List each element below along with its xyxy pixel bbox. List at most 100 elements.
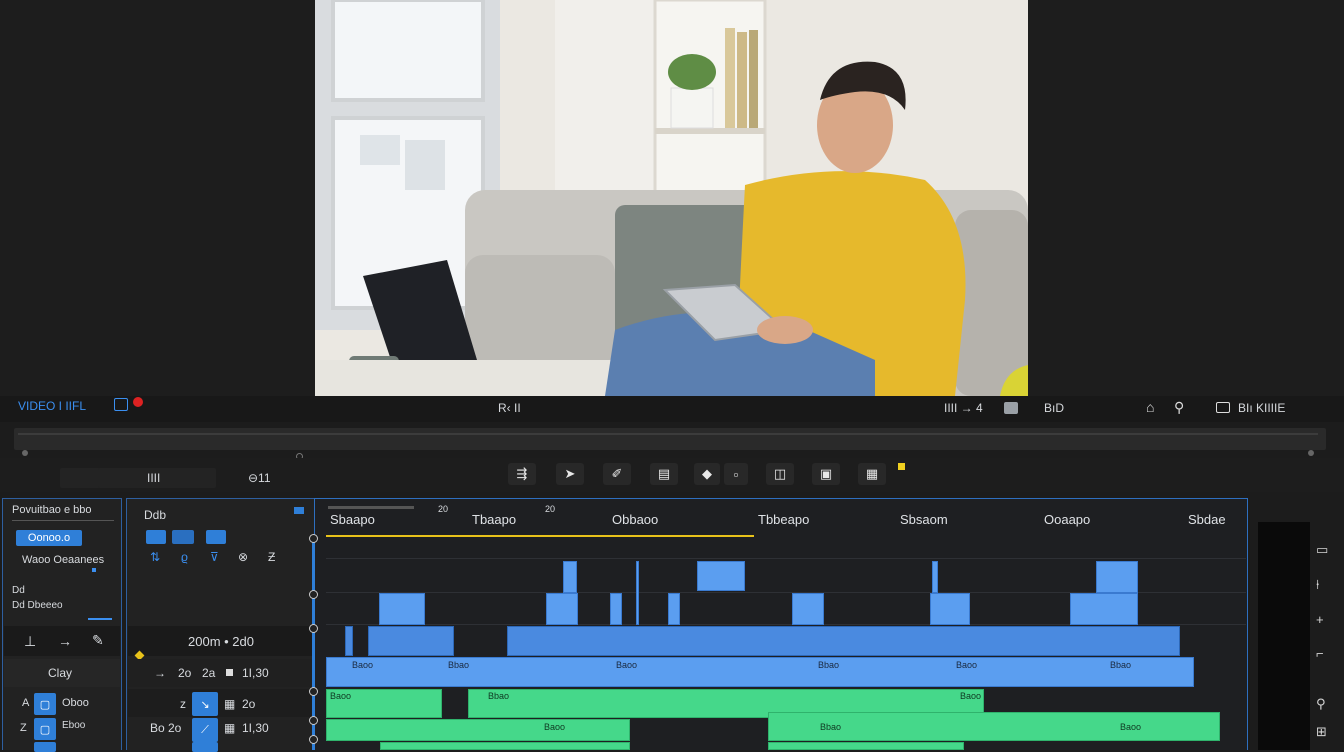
expand-arrow-icon[interactable]: →: [154, 666, 166, 680]
ripple-tool-button[interactable]: ⇶: [508, 463, 536, 485]
panel-title: VIDEO I IIFL: [18, 399, 87, 413]
track-b-name: Eboo: [62, 720, 86, 731]
grid-icon-2[interactable]: ▦: [224, 721, 235, 735]
filter-icon[interactable]: ⊽: [210, 550, 219, 564]
caption-track-chip[interactable]: [206, 530, 226, 544]
settings-icon[interactable]: ⊗: [238, 550, 248, 564]
layout-tool-button[interactable]: ◫: [766, 463, 794, 485]
pin-icon[interactable]: ⊥: [24, 633, 36, 650]
share-icon[interactable]: ⌂: [1146, 399, 1154, 415]
track-knob[interactable]: [309, 716, 318, 725]
quality-selector[interactable]: BıD: [1044, 401, 1064, 415]
playback-controls-label[interactable]: R‹ II: [498, 401, 521, 415]
ruler-start-label: 20: [438, 504, 449, 514]
speed-selector[interactable]: ⊖11: [248, 471, 271, 485]
video-clip[interactable]: [379, 593, 425, 625]
link-icon[interactable]: ⇅: [150, 550, 160, 564]
track-4-chip[interactable]: [192, 742, 218, 752]
marker-pin-icon[interactable]: ⍿: [1316, 577, 1319, 593]
video-clip[interactable]: [610, 593, 622, 625]
video-clip[interactable]: [636, 561, 639, 625]
scrubber-start-handle[interactable]: [22, 450, 28, 456]
video-clip[interactable]: [668, 593, 680, 625]
playhead-knob[interactable]: [309, 534, 318, 543]
video-clip[interactable]: [546, 593, 578, 625]
video-clip[interactable]: [368, 626, 454, 656]
track-2-chip[interactable]: ↘: [192, 692, 218, 716]
ruler-label: Sbdae: [1188, 512, 1226, 527]
work-area-bar[interactable]: [326, 535, 754, 537]
timeline-scrubber[interactable]: [14, 428, 1326, 450]
stop-icon[interactable]: [226, 669, 233, 676]
zoom-icon[interactable]: Ƶ: [268, 550, 275, 564]
select-tool-button[interactable]: ➤: [556, 463, 584, 485]
snapshot-icon[interactable]: [1004, 402, 1018, 414]
effects-row-1[interactable]: Dd: [12, 585, 25, 596]
clip-label: Baoo: [616, 660, 638, 670]
track-knob[interactable]: [309, 624, 318, 633]
wrench-icon[interactable]: ⚲: [1174, 399, 1184, 416]
video-clip[interactable]: [1096, 561, 1138, 593]
track-knob[interactable]: [309, 590, 318, 599]
track-knob[interactable]: [309, 735, 318, 744]
preview-frame-image: [315, 0, 1028, 396]
track-knob[interactable]: [309, 687, 318, 696]
crop-tool-button[interactable]: ▫: [724, 463, 748, 485]
ruler-label: Tbbeapo: [758, 512, 810, 527]
razor-tool-button[interactable]: ✐: [603, 463, 631, 485]
folder-icon[interactable]: ▭: [1316, 542, 1328, 558]
audio-clip-green[interactable]: [380, 742, 630, 750]
track-1-value-a: 2o: [178, 666, 192, 680]
monitor-icon[interactable]: [114, 398, 128, 411]
zoom-readout[interactable]: 200m • 2d0: [188, 634, 254, 649]
clip-label: Bbao: [488, 691, 510, 701]
location-icon[interactable]: ⚲: [1316, 696, 1326, 712]
track-a-toggle[interactable]: ▢: [34, 693, 56, 715]
preset-chip[interactable]: Oonoo.o: [16, 530, 82, 546]
magnet-icon[interactable]: ϱ: [181, 550, 188, 564]
curve-icon[interactable]: ⌐: [1316, 646, 1324, 661]
arrow-right-icon[interactable]: →: [58, 633, 72, 649]
audio-track-chip[interactable]: [172, 530, 194, 544]
grid-icon[interactable]: ▦: [224, 697, 235, 711]
audio-clip-green[interactable]: [768, 742, 964, 750]
track-b-toggle[interactable]: ▢: [34, 718, 56, 740]
video-clip-sequence[interactable]: [507, 626, 1180, 656]
scrubber-track: [18, 433, 1318, 435]
track-2-value-a: z: [180, 697, 186, 711]
ruler-label: Obbaoo: [612, 512, 659, 527]
video-clip[interactable]: [697, 561, 745, 591]
add-icon[interactable]: +: [1316, 612, 1324, 627]
marker-tool-button[interactable]: ◆: [694, 463, 720, 485]
export-settings-label[interactable]: BIı KIIIIE: [1238, 401, 1285, 415]
panel-menu-icon[interactable]: [294, 507, 304, 514]
timecode-value: IIII: [147, 471, 161, 485]
ruler-icon[interactable]: ⊞: [1316, 724, 1327, 740]
video-clip[interactable]: [792, 593, 824, 625]
video-clip[interactable]: [345, 626, 353, 656]
effects-row-2[interactable]: Dd Dbeeeo: [12, 600, 63, 611]
view-mode-toggle[interactable]: IIII → 4: [944, 401, 983, 415]
video-clip[interactable]: [930, 593, 970, 625]
scrubber-end-handle[interactable]: [1308, 450, 1314, 456]
video-clip[interactable]: [932, 561, 938, 593]
fullscreen-icon[interactable]: [1216, 402, 1230, 413]
folder-tool-button[interactable]: ▦: [858, 463, 886, 485]
clip-label: Baoo: [352, 660, 374, 670]
mask-tool-button[interactable]: ▣: [812, 463, 840, 485]
audio-clip-green[interactable]: [326, 719, 630, 741]
zoom-slider[interactable]: [328, 506, 414, 509]
track-3-timecode: 1I,30: [242, 721, 269, 735]
slip-tool-button[interactable]: ▤: [650, 463, 678, 485]
video-clip[interactable]: [563, 561, 577, 593]
track-c-toggle[interactable]: [34, 742, 56, 752]
track-3-chip[interactable]: ⟋: [192, 718, 218, 742]
clip-label: Baoo: [330, 691, 352, 701]
meter-area: [1258, 522, 1310, 750]
divider: [12, 520, 114, 521]
video-clip[interactable]: [1070, 593, 1138, 625]
record-indicator-icon: [133, 397, 143, 407]
pen-icon[interactable]: ✎: [92, 632, 104, 649]
video-track-chip[interactable]: [146, 530, 166, 544]
ruler-label: Tbaapo: [472, 512, 517, 527]
